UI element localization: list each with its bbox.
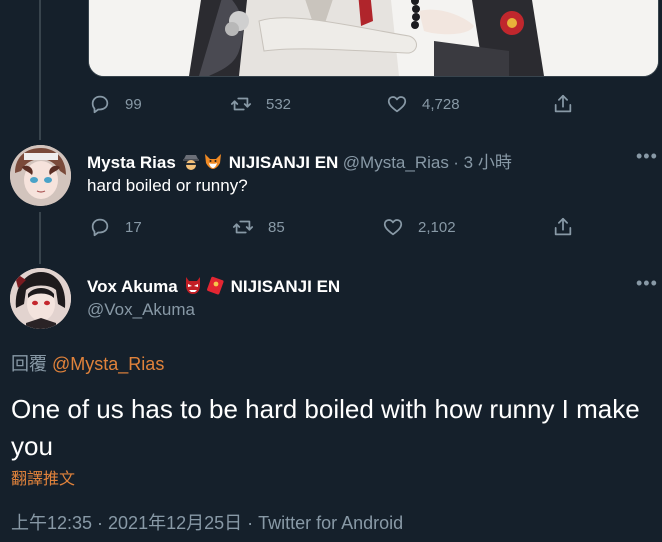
translate-tweet-link[interactable]: 翻譯推文 — [11, 465, 75, 489]
display-name-mysta[interactable]: Mysta Rias — [87, 153, 176, 172]
reply-action-top[interactable]: 99 — [89, 93, 142, 115]
avatar-mysta[interactable] — [10, 145, 71, 206]
like-action-mysta[interactable]: 2,102 — [382, 216, 456, 238]
like-count: 2,102 — [418, 218, 456, 236]
thread-line-top — [39, 0, 41, 140]
tweet-timestamp[interactable]: 上午12:35 · 2021年12月25日 · Twitter for Andr… — [11, 509, 403, 535]
like-count: 4,728 — [422, 95, 460, 113]
share-icon — [554, 94, 572, 113]
red-envelope-emoji-icon — [205, 275, 225, 295]
reply-count: 99 — [125, 95, 142, 113]
vox-avatar-art — [10, 268, 71, 329]
main-tweet-header: Vox Akuma NIJISANJI EN — [87, 275, 340, 297]
display-name-vox[interactable]: Vox Akuma — [87, 277, 178, 296]
share-action-top[interactable] — [552, 93, 574, 115]
replying-to-line: 回覆 @Mysta_Rias — [11, 350, 164, 376]
share-action-mysta[interactable] — [552, 216, 574, 238]
tweet-media-image[interactable] — [88, 0, 659, 77]
avatar-vox[interactable] — [10, 268, 71, 329]
reply-tweet-header: Mysta Rias NIJISANJI EN @Mysta_Rias · 3 … — [87, 148, 512, 173]
retweet-action-mysta[interactable]: 85 — [232, 216, 285, 238]
main-tweet-text: One of us has to be hard boiled with how… — [11, 394, 640, 461]
reply-icon — [91, 218, 109, 237]
retweet-icon — [230, 97, 252, 111]
handle-vox[interactable]: @Vox_Akuma — [87, 300, 195, 320]
mysta-avatar-art — [10, 145, 71, 206]
tweet-time[interactable]: · 3 小時 — [453, 153, 512, 172]
thread-line-middle — [39, 212, 41, 264]
like-action-top[interactable]: 4,728 — [386, 93, 460, 115]
more-options-mysta[interactable]: ••• — [636, 146, 658, 167]
more-options-vox[interactable]: ••• — [636, 273, 658, 294]
retweet-action-top[interactable]: 532 — [230, 93, 291, 115]
handle-mysta[interactable]: @Mysta_Rias — [343, 153, 449, 172]
reply-tweet-text: hard boiled or runny? — [87, 176, 248, 195]
detective-emoji-icon — [181, 151, 201, 171]
retweet-count: 85 — [268, 218, 285, 236]
media-illustration — [89, 0, 658, 76]
heart-icon — [387, 96, 407, 113]
share-icon — [554, 217, 572, 236]
reply-count: 17 — [125, 218, 142, 236]
retweet-count: 532 — [266, 95, 292, 113]
affiliation-vox: NIJISANJI EN — [230, 277, 341, 296]
affiliation-mysta: NIJISANJI EN — [228, 153, 339, 172]
reply-icon — [91, 95, 109, 114]
retweet-icon — [232, 220, 254, 234]
replying-to-link[interactable]: @Mysta_Rias — [52, 354, 164, 374]
reply-action-mysta[interactable]: 17 — [89, 216, 142, 238]
fox-emoji-icon — [203, 151, 223, 171]
replying-prefix: 回覆 — [11, 354, 47, 374]
heart-icon — [383, 219, 403, 236]
oni-mask-emoji-icon — [183, 275, 203, 295]
